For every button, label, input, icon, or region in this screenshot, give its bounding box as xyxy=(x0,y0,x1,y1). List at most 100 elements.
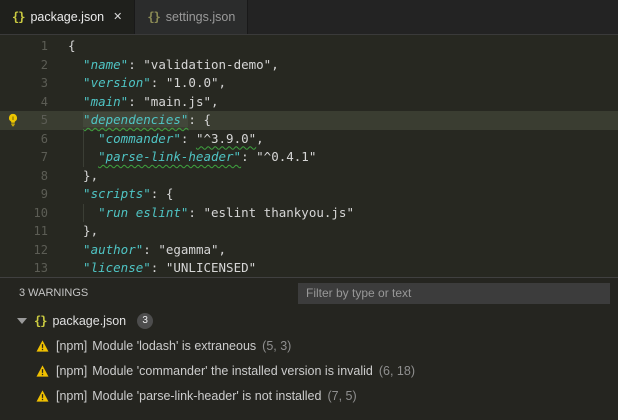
indent-guide xyxy=(83,203,85,222)
code-token: : xyxy=(150,75,166,90)
editor-gutter: 9 xyxy=(0,185,62,204)
code-line-content[interactable]: "dependencies": { xyxy=(62,111,618,130)
problem-row[interactable]: [npm] Module 'parse-link-header' is not i… xyxy=(0,383,618,408)
editor-gutter: 12 xyxy=(0,241,62,260)
problems-tree: {} package.json 3 [npm] Module 'lodash' i… xyxy=(0,308,618,420)
code-token: "^3.9.0" xyxy=(195,130,257,146)
code-token: }, xyxy=(83,167,99,183)
editor-gutter: 5 xyxy=(0,111,62,130)
json-file-icon: {} xyxy=(147,10,160,24)
code-line-content[interactable]: }, xyxy=(62,167,618,186)
code-line-content[interactable]: "run eslint": "eslint thankyou.js" xyxy=(62,203,618,222)
code-line-content[interactable]: "author": "egamma", xyxy=(62,241,618,260)
problem-row[interactable]: [npm] Module 'commander' the installed ve… xyxy=(0,358,618,383)
code-line-content[interactable]: "parse-link-header": "^0.4.1" xyxy=(62,148,618,167)
code-line-content[interactable]: "scripts": { xyxy=(62,185,618,204)
editor-line[interactable]: 9 "scripts": { xyxy=(0,185,618,204)
warning-icon xyxy=(36,339,49,352)
editor-line[interactable]: 6 "commander": "^3.9.0", xyxy=(0,129,618,148)
lightbulb-icon[interactable] xyxy=(6,113,20,127)
problem-position: (6, 18) xyxy=(378,363,416,378)
problem-position: (5, 3) xyxy=(262,338,292,353)
problem-message: Module 'lodash' is extraneous xyxy=(92,338,257,353)
code-token: : xyxy=(128,93,144,109)
editor-line[interactable]: 7 "parse-link-header": "^0.4.1" xyxy=(0,148,618,167)
line-number: 5 xyxy=(40,113,48,127)
code-token: : xyxy=(150,260,166,275)
code-token: , xyxy=(218,241,227,257)
code-token: , xyxy=(218,75,227,90)
close-tab-icon[interactable]: ✕ xyxy=(113,11,122,23)
editor-line[interactable]: 8}, xyxy=(0,167,618,186)
editor-line[interactable]: 11}, xyxy=(0,222,618,241)
code-token: }, xyxy=(83,223,99,238)
code-token: "version" xyxy=(83,75,151,90)
editor-line[interactable]: 3 "version": "1.0.0", xyxy=(0,74,618,93)
warning-icon xyxy=(36,389,49,402)
editor-gutter: 1 xyxy=(0,37,62,56)
editor-gutter: 8 xyxy=(0,167,62,186)
code-token: , xyxy=(271,56,279,72)
editor-gutter: 4 xyxy=(0,93,62,112)
code-token: "commander" xyxy=(98,130,181,146)
code-token: : xyxy=(188,204,204,220)
problems-file-row[interactable]: {} package.json 3 xyxy=(0,308,618,333)
tab-package-json[interactable]: {} package.json ✕ xyxy=(0,0,136,34)
code-token: "license" xyxy=(83,260,151,275)
problems-panel-header: 3 WARNINGS xyxy=(0,278,618,308)
editor-line[interactable]: 2 "name": "validation-demo", xyxy=(0,56,618,75)
line-number: 2 xyxy=(40,57,48,72)
code-token: : xyxy=(180,130,196,146)
line-number: 8 xyxy=(40,168,48,183)
code-line-content[interactable]: "license": "UNLICENSED" xyxy=(62,259,618,277)
code-line-content[interactable]: "main": "main.js", xyxy=(62,93,618,112)
expand-twistie-icon[interactable] xyxy=(17,317,27,324)
code-token: { xyxy=(68,38,76,53)
code-line-content[interactable]: "version": "1.0.0", xyxy=(62,74,618,93)
problem-row[interactable]: [npm] Module 'lodash' is extraneous (5, 3) xyxy=(0,333,618,358)
code-line-content[interactable]: }, xyxy=(62,222,618,241)
editor-lines: 1{2 "name": "validation-demo", 3 "version":… xyxy=(0,37,618,277)
code-token: "validation-demo" xyxy=(143,56,272,72)
tab-label: package.json xyxy=(30,10,105,24)
line-number: 4 xyxy=(40,94,48,109)
problems-count-badge: 3 xyxy=(137,312,154,329)
code-token: "^0.4.1" xyxy=(256,149,317,164)
tab-label: settings.json xyxy=(165,10,236,24)
code-token: "1.0.0" xyxy=(165,75,219,90)
code-token: "UNLICENSED" xyxy=(165,260,257,275)
code-line-content[interactable]: { xyxy=(62,37,618,56)
editor-line[interactable]: 1{ xyxy=(0,37,618,56)
editor-line[interactable]: 10 "run eslint": "eslint thankyou.js" xyxy=(0,203,618,223)
line-number: 7 xyxy=(40,150,48,164)
problems-list: [npm] Module 'lodash' is extraneous (5, 3)… xyxy=(0,333,618,408)
problem-source: [npm] xyxy=(56,363,88,378)
line-number: 3 xyxy=(40,76,48,90)
code-line-content[interactable]: "commander": "^3.9.0", xyxy=(62,129,618,148)
editor-gutter: 2 xyxy=(0,56,62,75)
code-editor[interactable]: 1{2 "name": "validation-demo", 3 "version":… xyxy=(0,35,618,277)
json-file-icon: {} xyxy=(12,10,25,24)
warnings-count: 3 WARNINGS xyxy=(19,287,89,299)
code-token: "dependencies" xyxy=(83,112,189,127)
editor-line[interactable]: 13 "license": "UNLICENSED" xyxy=(0,259,618,277)
editor-line[interactable]: 12 "author": "egamma", xyxy=(0,241,618,260)
editor-line[interactable]: 4 "main": "main.js", xyxy=(0,93,618,112)
line-number: 12 xyxy=(33,242,48,257)
code-token: , xyxy=(256,130,264,146)
line-number: 11 xyxy=(33,224,48,238)
editor-gutter: 7 xyxy=(0,148,62,167)
code-line-content[interactable]: "name": "validation-demo", xyxy=(62,56,618,75)
vscode-window: {} package.json ✕ {} settings.json 1{2 "n… xyxy=(0,0,618,420)
tab-settings-json[interactable]: {} settings.json xyxy=(135,0,249,34)
problems-filter-input[interactable] xyxy=(298,282,610,304)
code-token: , xyxy=(211,93,219,109)
editor-gutter: 13 xyxy=(0,259,62,277)
code-token: "eslint thankyou.js" xyxy=(203,204,354,220)
indent-guide xyxy=(83,148,85,167)
editor-line[interactable]: 5 "dependencies": { xyxy=(0,111,618,130)
warning-icon xyxy=(36,364,49,377)
editor-gutter: 10 xyxy=(0,204,62,223)
indent-guide xyxy=(83,129,85,148)
code-token: : xyxy=(241,149,257,164)
